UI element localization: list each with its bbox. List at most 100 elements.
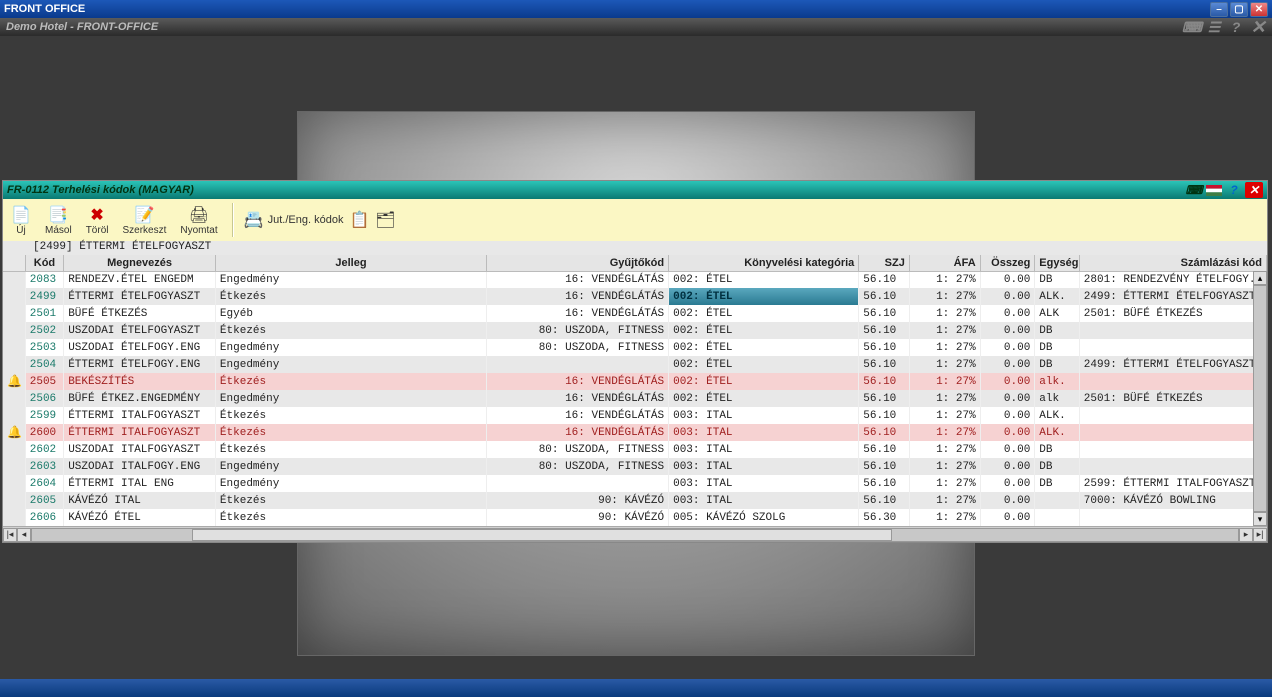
cell-gyujtokod[interactable]: 16: VENDÉGLÁTÁS <box>487 424 669 441</box>
cell-szj[interactable]: 56.10 <box>859 458 910 475</box>
cell-szj[interactable]: 56.10 <box>859 407 910 424</box>
cell-afa[interactable]: 1: 27% <box>909 339 980 356</box>
cell-kod[interactable]: 2606 <box>25 509 63 526</box>
cell-osszeg[interactable]: 0.00 <box>980 509 1035 526</box>
cell-egyseg[interactable]: ALK. <box>1035 424 1080 441</box>
cell-jelleg[interactable]: Engedmény <box>215 339 486 356</box>
scroll-first-button[interactable]: |◂ <box>3 528 17 542</box>
cell-szj[interactable]: 56.10 <box>859 271 910 288</box>
cell-gyujtokod[interactable]: 90: KÁVÉZÓ <box>487 492 669 509</box>
cell-gyujtokod[interactable]: 90: KÁVÉZÓ <box>487 509 669 526</box>
cell-szamlazasi[interactable] <box>1079 509 1266 526</box>
cell-afa[interactable]: 1: 27% <box>909 305 980 322</box>
hscroll-track[interactable] <box>31 528 1239 542</box>
cell-osszeg[interactable]: 0.00 <box>980 424 1035 441</box>
cell-szj[interactable]: 56.10 <box>859 305 910 322</box>
cell-kod[interactable]: 2501 <box>25 305 63 322</box>
cell-osszeg[interactable]: 0.00 <box>980 305 1035 322</box>
cell-gyujtokod[interactable]: 16: VENDÉGLÁTÁS <box>487 407 669 424</box>
cell-megnevezes[interactable]: USZODAI ÉTELFOGY.ENG <box>64 339 216 356</box>
cell-szj[interactable]: 56.10 <box>859 356 910 373</box>
dialog-help-icon[interactable]: ? <box>1225 182 1243 198</box>
table-row[interactable]: 2083RENDEZV.ÉTEL ENGEDMEngedmény16: VEND… <box>3 271 1267 288</box>
table-row[interactable]: 🔔2505BEKÉSZÍTÉSÉtkezés16: VENDÉGLÁTÁS002… <box>3 373 1267 390</box>
dialog-close-icon[interactable]: ✕ <box>1245 182 1263 198</box>
col-jelleg[interactable]: Jelleg <box>215 255 486 271</box>
cell-szamlazasi[interactable]: 7000: KÁVÉZÓ BOWLING <box>1079 492 1266 509</box>
minimize-button[interactable]: – <box>1210 2 1228 17</box>
cell-afa[interactable]: 1: 27% <box>909 322 980 339</box>
table-row[interactable]: 2506BÜFÉ ÉTKEZ.ENGEDMÉNYEngedmény16: VEN… <box>3 390 1267 407</box>
cell-konyvelesi[interactable]: 003: ITAL <box>669 458 859 475</box>
cell-jelleg[interactable]: Étkezés <box>215 441 486 458</box>
cell-megnevezes[interactable]: BÜFÉ ÉTKEZÉS <box>64 305 216 322</box>
delete-button[interactable]: ✖ Töröl <box>82 203 113 238</box>
cell-szamlazasi[interactable]: 2501: BÜFÉ ÉTKEZÉS <box>1079 305 1266 322</box>
cell-egyseg[interactable]: DB <box>1035 356 1080 373</box>
cell-egyseg[interactable] <box>1035 492 1080 509</box>
scroll-right-button[interactable]: ▸ <box>1239 528 1253 542</box>
cell-kod[interactable]: 2503 <box>25 339 63 356</box>
cell-egyseg[interactable]: DB <box>1035 271 1080 288</box>
cell-osszeg[interactable]: 0.00 <box>980 356 1035 373</box>
cell-kod[interactable]: 2505 <box>25 373 63 390</box>
hscroll-thumb[interactable] <box>192 529 892 541</box>
juteng-button[interactable]: 📇 Jut./Eng. kódok <box>244 210 344 230</box>
cell-megnevezes[interactable]: ÉTTERMI ÉTELFOGY.ENG <box>64 356 216 373</box>
cell-egyseg[interactable]: DB <box>1035 475 1080 492</box>
table-row[interactable]: 2602USZODAI ITALFOGYASZTÉtkezés80: USZOD… <box>3 441 1267 458</box>
action-button[interactable]: 🗂 <box>375 210 395 230</box>
cell-kod[interactable]: 2083 <box>25 271 63 288</box>
cell-megnevezes[interactable]: KÁVÉZÓ ÉTEL <box>64 509 216 526</box>
cell-konyvelesi[interactable]: 002: ÉTEL <box>669 390 859 407</box>
cell-afa[interactable]: 1: 27% <box>909 458 980 475</box>
cell-konyvelesi[interactable]: 003: ITAL <box>669 492 859 509</box>
cell-konyvelesi[interactable]: 003: ITAL <box>669 407 859 424</box>
cell-afa[interactable]: 1: 27% <box>909 390 980 407</box>
cell-megnevezes[interactable]: RENDEZV.ÉTEL ENGEDM <box>64 271 216 288</box>
cell-konyvelesi[interactable]: 002: ÉTEL <box>669 288 859 305</box>
cell-osszeg[interactable]: 0.00 <box>980 288 1035 305</box>
cell-szamlazasi[interactable] <box>1079 373 1266 390</box>
cell-egyseg[interactable]: DB <box>1035 322 1080 339</box>
cell-gyujtokod[interactable]: 80: USZODA, FITNESS <box>487 441 669 458</box>
cell-egyseg[interactable]: DB <box>1035 458 1080 475</box>
cell-osszeg[interactable]: 0.00 <box>980 271 1035 288</box>
cell-megnevezes[interactable]: ÉTTERMI ITALFOGYASZT <box>64 407 216 424</box>
scroll-up-button[interactable]: ▴ <box>1253 271 1267 285</box>
cell-jelleg[interactable]: Engedmény <box>215 458 486 475</box>
cell-egyseg[interactable]: ALK <box>1035 305 1080 322</box>
cell-kod[interactable]: 2504 <box>25 356 63 373</box>
col-osszeg[interactable]: Összeg <box>980 255 1035 271</box>
cell-szamlazasi[interactable] <box>1079 441 1266 458</box>
table-row[interactable]: 2604ÉTTERMI ITAL ENGEngedmény003: ITAL56… <box>3 475 1267 492</box>
new-button[interactable]: 📄 Új <box>7 203 35 238</box>
table-row[interactable]: 2606KÁVÉZÓ ÉTELÉtkezés90: KÁVÉZÓ005: KÁV… <box>3 509 1267 526</box>
dialog-titlebar[interactable]: FR-0112 Terhelési kódok (MAGYAR) ⌨ ? ✕ <box>3 181 1267 199</box>
cell-jelleg[interactable]: Étkezés <box>215 288 486 305</box>
cell-megnevezes[interactable]: USZODAI ÉTELFOGYASZT <box>64 322 216 339</box>
cell-szj[interactable]: 56.10 <box>859 424 910 441</box>
col-egyseg[interactable]: Egység <box>1035 255 1080 271</box>
cell-jelleg[interactable]: Étkezés <box>215 509 486 526</box>
keyboard-icon[interactable]: ⌨ <box>1184 19 1200 35</box>
cell-konyvelesi[interactable]: 003: ITAL <box>669 441 859 458</box>
edit-button[interactable]: 📝 Szerkeszt <box>118 203 170 238</box>
col-szj[interactable]: SZJ <box>859 255 910 271</box>
cell-szj[interactable]: 56.10 <box>859 339 910 356</box>
cell-kod[interactable]: 2499 <box>25 288 63 305</box>
cell-konyvelesi[interactable]: 002: ÉTEL <box>669 339 859 356</box>
scroll-last-button[interactable]: ▸| <box>1253 528 1267 542</box>
cell-gyujtokod[interactable] <box>487 475 669 492</box>
cell-megnevezes[interactable]: USZODAI ITALFOGYASZT <box>64 441 216 458</box>
close-button[interactable]: ✕ <box>1250 2 1268 17</box>
cell-konyvelesi[interactable]: 005: KÁVÉZÓ SZOLG <box>669 509 859 526</box>
col-gyujtokod[interactable]: Gyűjtőkód <box>487 255 669 271</box>
cell-szj[interactable]: 56.10 <box>859 441 910 458</box>
cell-osszeg[interactable]: 0.00 <box>980 322 1035 339</box>
cell-gyujtokod[interactable]: 80: USZODA, FITNESS <box>487 458 669 475</box>
cell-egyseg[interactable] <box>1035 509 1080 526</box>
cell-megnevezes[interactable]: USZODAI ITALFOGY.ENG <box>64 458 216 475</box>
cell-afa[interactable]: 1: 27% <box>909 509 980 526</box>
cell-szj[interactable]: 56.10 <box>859 390 910 407</box>
